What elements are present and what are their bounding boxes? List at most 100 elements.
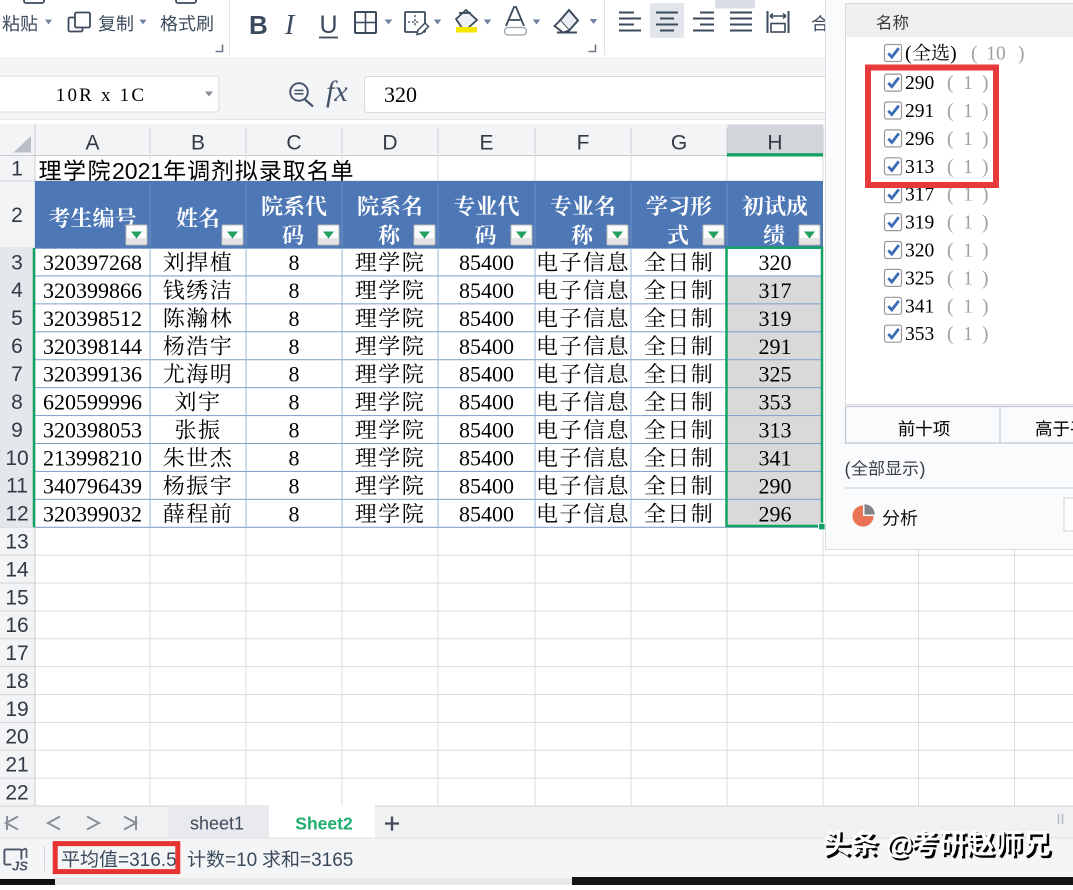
svg-text:(: ( [845, 459, 851, 479]
svg-text:341: 341 [759, 446, 792, 471]
svg-text:sheet1: sheet1 [190, 814, 244, 834]
svg-text:12: 12 [5, 503, 28, 526]
svg-text:(: ( [947, 129, 954, 150]
svg-text:=316.5: =316.5 [118, 850, 177, 871]
svg-text:(: ( [947, 296, 954, 317]
svg-text:85400: 85400 [459, 250, 514, 275]
svg-text:G: G [671, 132, 687, 155]
svg-text:620599996: 620599996 [43, 390, 142, 415]
svg-text:8: 8 [289, 278, 300, 303]
svg-text:13: 13 [5, 531, 28, 554]
svg-text:=10: =10 [225, 850, 257, 871]
svg-text:Sheet2: Sheet2 [295, 814, 353, 834]
svg-text:): ) [982, 268, 989, 289]
svg-text:18: 18 [5, 670, 28, 693]
svg-text:291: 291 [759, 334, 792, 359]
svg-text:21: 21 [5, 753, 28, 776]
svg-text:320: 320 [759, 250, 792, 275]
svg-text:313: 313 [759, 418, 792, 443]
svg-text:8: 8 [289, 501, 300, 526]
svg-text:@: @ [886, 829, 913, 860]
svg-text:4: 4 [11, 279, 23, 302]
svg-text:I: I [284, 10, 296, 41]
svg-text:): ) [982, 101, 989, 122]
svg-text:85400: 85400 [459, 501, 514, 526]
svg-text:1: 1 [963, 268, 973, 289]
svg-text:320399866: 320399866 [43, 278, 142, 303]
svg-text:85400: 85400 [459, 390, 514, 415]
svg-text:17: 17 [5, 642, 28, 665]
svg-text:213998210: 213998210 [43, 446, 142, 471]
svg-text:): ) [982, 129, 989, 150]
svg-text:(: ( [947, 73, 954, 94]
svg-text:1: 1 [963, 241, 973, 262]
svg-text:): ) [982, 241, 989, 262]
svg-text:9: 9 [11, 419, 23, 442]
svg-text:85400: 85400 [459, 446, 514, 471]
svg-text:11: 11 [6, 475, 28, 498]
svg-text:8: 8 [289, 446, 300, 471]
svg-text:319: 319 [759, 306, 792, 331]
svg-text:5: 5 [11, 307, 23, 330]
svg-text:(: ( [905, 43, 912, 65]
svg-text:15: 15 [5, 586, 28, 609]
svg-text:325: 325 [759, 362, 792, 387]
svg-text:H: H [767, 132, 782, 155]
svg-text:B: B [191, 132, 205, 155]
svg-text:1: 1 [963, 73, 973, 94]
svg-text:1: 1 [963, 129, 973, 150]
svg-text:): ) [950, 43, 957, 65]
svg-text:319: 319 [905, 213, 934, 234]
svg-text:E: E [479, 132, 493, 155]
svg-text:290: 290 [759, 473, 792, 498]
svg-text:290: 290 [905, 73, 934, 94]
svg-text:317: 317 [759, 278, 792, 303]
svg-text:85400: 85400 [459, 418, 514, 443]
svg-text:8: 8 [289, 334, 300, 359]
svg-text:85400: 85400 [459, 278, 514, 303]
svg-text:1: 1 [11, 158, 23, 181]
svg-text:320398144: 320398144 [43, 334, 142, 359]
svg-text:1: 1 [963, 101, 973, 122]
svg-text:296: 296 [759, 501, 792, 526]
svg-text:(: ( [971, 44, 978, 65]
svg-text:10: 10 [986, 44, 1006, 65]
svg-text:313: 313 [905, 157, 934, 178]
svg-text:(: ( [947, 157, 954, 178]
svg-text:U: U [320, 11, 338, 39]
svg-text:): ) [982, 157, 989, 178]
svg-text:340796439: 340796439 [43, 473, 142, 498]
svg-text:85400: 85400 [459, 334, 514, 359]
svg-text:D: D [382, 132, 397, 155]
svg-text:A: A [85, 132, 99, 155]
svg-text:(: ( [947, 324, 954, 345]
svg-text:): ) [1018, 44, 1025, 65]
svg-text:85400: 85400 [459, 362, 514, 387]
svg-text:(: ( [947, 101, 954, 122]
svg-text:10: 10 [5, 447, 28, 470]
svg-text:2: 2 [11, 204, 23, 227]
svg-text:8: 8 [289, 390, 300, 415]
svg-text:320399136: 320399136 [43, 362, 142, 387]
svg-text:85400: 85400 [459, 473, 514, 498]
svg-text:(: ( [947, 213, 954, 234]
svg-text:8: 8 [289, 362, 300, 387]
svg-text:8: 8 [289, 418, 300, 443]
svg-text:291: 291 [905, 101, 934, 122]
svg-text:16: 16 [5, 614, 28, 637]
svg-text:8: 8 [11, 391, 23, 414]
svg-text:341: 341 [905, 296, 934, 317]
svg-text:10R x 1C: 10R x 1C [56, 85, 146, 106]
svg-text:7: 7 [11, 363, 23, 386]
svg-text:(: ( [947, 268, 954, 289]
svg-text:1: 1 [963, 157, 973, 178]
svg-text:320397268: 320397268 [43, 250, 142, 275]
svg-text:=3165: =3165 [300, 850, 353, 871]
svg-text:): ) [982, 73, 989, 94]
svg-text:1: 1 [963, 213, 973, 234]
svg-text:8: 8 [289, 250, 300, 275]
svg-text:fx: fx [326, 75, 348, 108]
svg-text:8: 8 [289, 473, 300, 498]
svg-text:320398053: 320398053 [43, 418, 142, 443]
svg-text:): ) [920, 459, 926, 479]
